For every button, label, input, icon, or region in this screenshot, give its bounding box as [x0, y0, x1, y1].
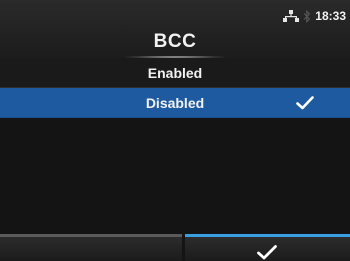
option-label: Disabled	[145, 95, 205, 111]
back-button[interactable]	[0, 234, 182, 261]
status-icons: 18:33	[283, 9, 346, 23]
footer-bar	[0, 234, 350, 261]
selected-check-icon	[296, 96, 314, 110]
confirm-button[interactable]	[185, 234, 350, 261]
option-disabled[interactable]: Disabled	[0, 88, 350, 118]
option-label: Enabled	[147, 65, 203, 81]
option-list: Enabled Disabled	[0, 58, 350, 118]
checkmark-icon	[257, 245, 277, 260]
page-title: BCC	[153, 31, 197, 52]
bluetooth-icon	[303, 9, 311, 23]
header-bar: 18:33 BCC	[0, 0, 350, 58]
empty-list-area	[0, 118, 350, 234]
network-icon	[283, 10, 300, 22]
option-enabled[interactable]: Enabled	[0, 58, 350, 88]
clock-time: 18:33	[315, 9, 346, 23]
